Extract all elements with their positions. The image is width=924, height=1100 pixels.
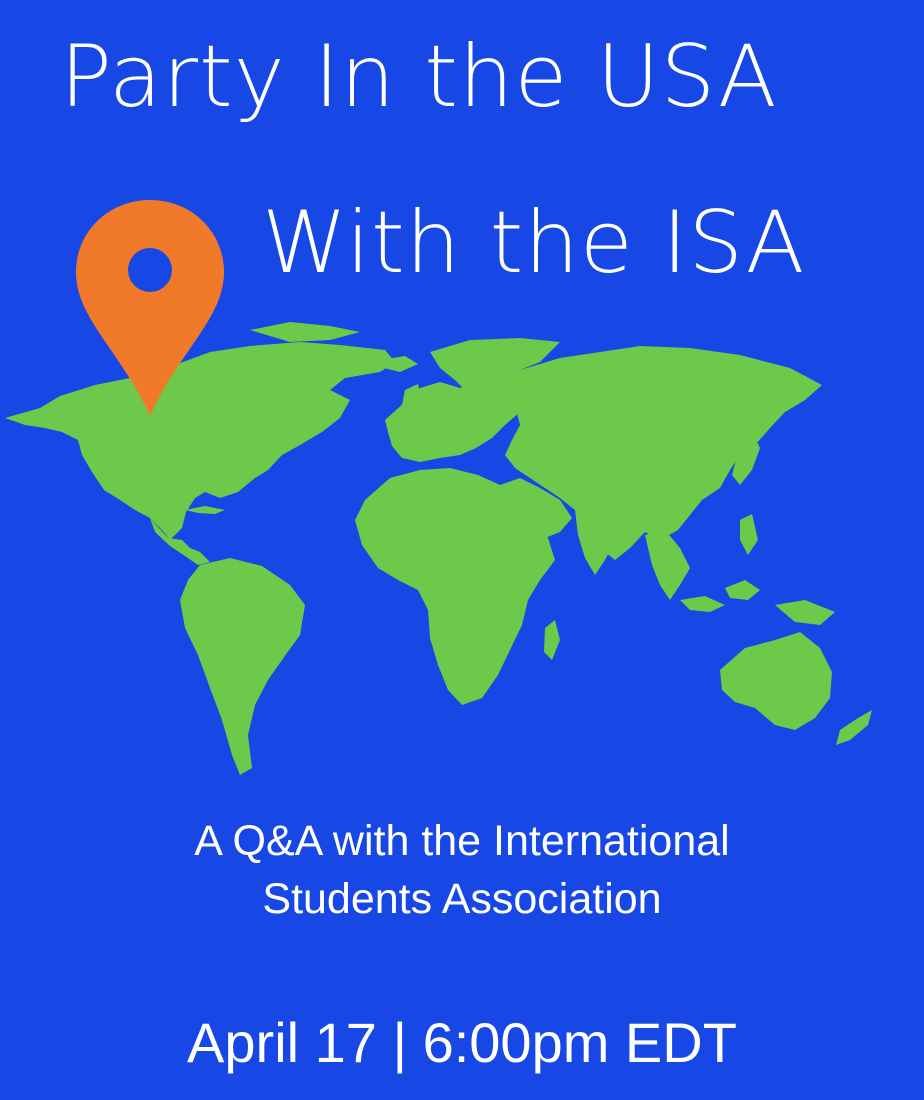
cuba-island (185, 506, 225, 514)
new-guinea (775, 600, 835, 625)
event-poster: Party In the USA With the ISA A Q&A with… (0, 0, 924, 1100)
event-date-time: April 17 | 6:00pm EDT (187, 1011, 737, 1074)
world-map (5, 200, 872, 775)
indonesia-2 (725, 580, 760, 600)
continents (5, 322, 872, 775)
event-subtitle: A Q&A with the International Students As… (0, 812, 924, 928)
australia (720, 632, 832, 730)
madagascar (544, 620, 560, 660)
subtitle-line-2: Students Association (262, 875, 662, 923)
philippines (740, 514, 758, 555)
title-line-1: Party In the USA (60, 27, 778, 127)
india (575, 505, 622, 575)
indonesia-1 (680, 596, 725, 612)
southeast-asia (645, 530, 690, 600)
subtitle-line-1: A Q&A with the International (194, 817, 730, 865)
south-america (180, 558, 305, 775)
arctic-islands (250, 322, 360, 342)
new-zealand (836, 710, 872, 745)
